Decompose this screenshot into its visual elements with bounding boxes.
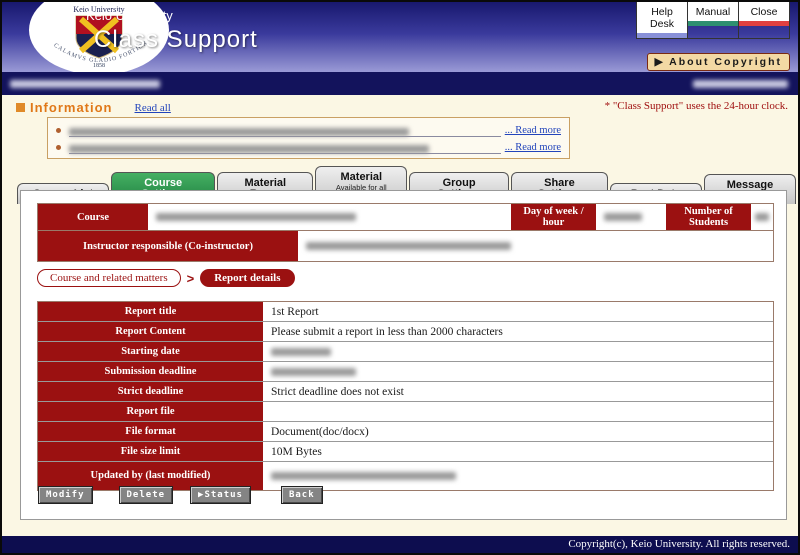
redacted-course-name bbox=[156, 213, 356, 221]
information-bullet-icon bbox=[16, 103, 25, 112]
instructor-value bbox=[298, 231, 773, 261]
close-button[interactable]: Close bbox=[738, 2, 790, 39]
clock-note: * "Class Support" uses the 24-hour clock… bbox=[605, 100, 788, 112]
read-more-link[interactable]: ... Read more bbox=[505, 142, 561, 153]
redacted-date bbox=[271, 348, 331, 356]
row-label: Report title bbox=[38, 302, 263, 321]
table-row: Report Content Please submit a report in… bbox=[38, 321, 773, 341]
students-label: Number of Students bbox=[666, 204, 751, 230]
back-button[interactable]: Back bbox=[281, 486, 323, 504]
help-desk-button[interactable]: Help Desk bbox=[636, 2, 688, 39]
day-of-week-label: Day of week / hour bbox=[511, 204, 596, 230]
day-of-week-value bbox=[596, 204, 666, 230]
instructor-label: Instructor responsible (Co-instructor) bbox=[38, 231, 298, 261]
row-label: Starting date bbox=[38, 342, 263, 361]
students-value bbox=[751, 204, 773, 230]
redacted-info-text bbox=[69, 128, 409, 136]
information-item: ... Read more bbox=[56, 122, 561, 139]
app-header: Keio University 1858 CALAMVS GLADIO FORT… bbox=[2, 2, 798, 72]
information-title: Information bbox=[30, 100, 113, 115]
table-row: Starting date bbox=[38, 341, 773, 361]
header-buttons: Help Desk Manual Close bbox=[637, 2, 790, 39]
breadcrumb-course-matters[interactable]: Course and related matters bbox=[37, 269, 181, 287]
breadcrumb-report-details[interactable]: Report details bbox=[200, 269, 294, 287]
course-row: Course Day of week / hour Number of Stud… bbox=[38, 204, 773, 230]
table-row: Report file bbox=[38, 401, 773, 421]
page: Keio University 1858 CALAMVS GLADIO FORT… bbox=[2, 2, 798, 553]
row-label: File format bbox=[38, 422, 263, 441]
row-label: Submission deadline bbox=[38, 362, 263, 381]
table-row: Report title 1st Report bbox=[38, 302, 773, 321]
status-button[interactable]: ▶Status bbox=[190, 486, 251, 504]
table-row: Strict deadline Strict deadline does not… bbox=[38, 381, 773, 401]
close-underline bbox=[739, 21, 789, 26]
about-copyright-button[interactable]: ▶ About Copyright bbox=[647, 53, 790, 71]
table-row: File format Document(doc/docx) bbox=[38, 421, 773, 441]
course-settings-panel: Course Day of week / hour Number of Stud… bbox=[20, 190, 787, 520]
item-bullet-icon bbox=[56, 128, 61, 133]
read-all-link[interactable]: Read all bbox=[135, 102, 171, 114]
university-name: Keio University bbox=[86, 8, 173, 23]
breadcrumb-separator-icon: > bbox=[187, 271, 195, 286]
row-value: 1st Report bbox=[263, 302, 773, 321]
row-label: Strict deadline bbox=[38, 382, 263, 401]
redacted-day bbox=[604, 213, 642, 221]
row-value: Strict deadline does not exist bbox=[263, 382, 773, 401]
course-context-bar bbox=[2, 72, 798, 95]
course-label: Course bbox=[38, 204, 148, 230]
redacted-course-context bbox=[10, 80, 160, 88]
read-more-link[interactable]: ... Read more bbox=[505, 125, 561, 136]
row-value: 10M Bytes bbox=[263, 442, 773, 461]
item-bullet-icon bbox=[56, 145, 61, 150]
breadcrumb: Course and related matters > Report deta… bbox=[37, 269, 295, 287]
table-row: File size limit 10M Bytes bbox=[38, 441, 773, 461]
redacted-info-text bbox=[69, 145, 429, 153]
redacted-date bbox=[271, 368, 356, 376]
information-item: ... Read more bbox=[56, 139, 561, 156]
information-header: Information Read all bbox=[16, 100, 171, 115]
redacted-instructor bbox=[306, 242, 511, 250]
report-details-table: Report title 1st Report Report Content P… bbox=[37, 301, 774, 491]
course-info-table: Course Day of week / hour Number of Stud… bbox=[37, 203, 774, 262]
row-label: Report Content bbox=[38, 322, 263, 341]
information-box: ... Read more ... Read more bbox=[47, 117, 570, 159]
manual-underline bbox=[688, 21, 738, 26]
row-label: Report file bbox=[38, 402, 263, 421]
table-row: Submission deadline bbox=[38, 361, 773, 381]
redacted-datetime bbox=[693, 80, 788, 88]
action-buttons: Modify Delete ▶Status Back bbox=[38, 486, 323, 504]
manual-button[interactable]: Manual bbox=[687, 2, 739, 39]
row-value: Document(doc/docx) bbox=[263, 422, 773, 441]
row-value bbox=[263, 342, 773, 361]
row-label: File size limit bbox=[38, 442, 263, 461]
help-desk-underline bbox=[637, 33, 687, 38]
course-value bbox=[148, 204, 511, 230]
row-value bbox=[263, 402, 773, 421]
row-value bbox=[263, 462, 773, 490]
delete-button[interactable]: Delete bbox=[119, 486, 174, 504]
footer-copyright: Copyright(c), Keio University. All right… bbox=[2, 536, 798, 553]
modify-button[interactable]: Modify bbox=[38, 486, 93, 504]
instructor-row: Instructor responsible (Co-instructor) bbox=[38, 230, 773, 261]
row-value: Please submit a report in less than 2000… bbox=[263, 322, 773, 341]
row-value bbox=[263, 362, 773, 381]
redacted-count bbox=[755, 213, 769, 221]
redacted-updated-by bbox=[271, 472, 456, 480]
app-title: Class Support bbox=[94, 26, 258, 54]
